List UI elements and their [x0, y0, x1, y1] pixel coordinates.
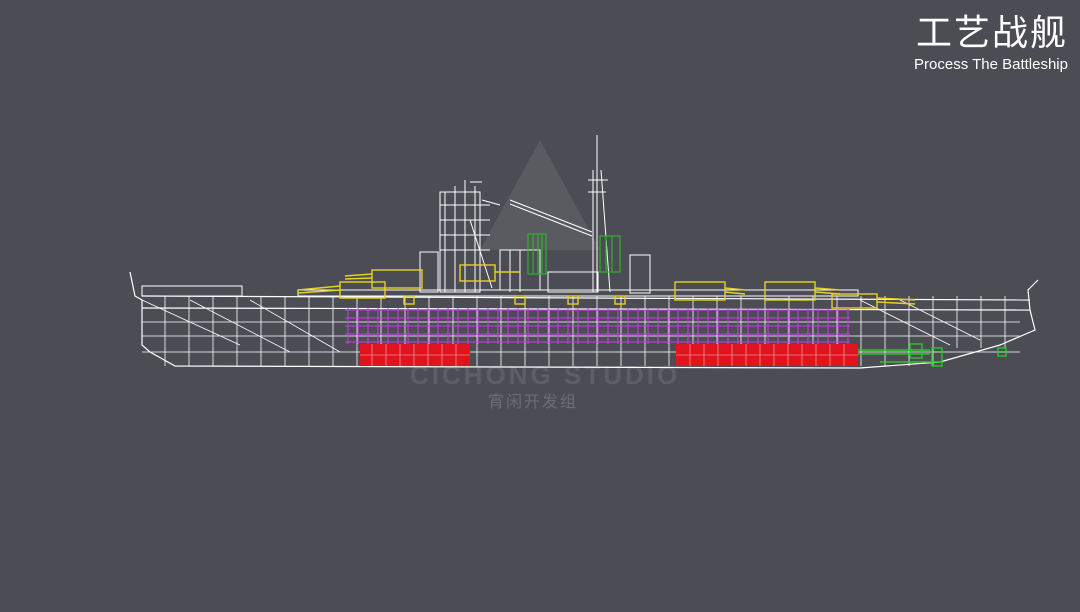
hull-grid: [141, 296, 1020, 366]
turret-B: [344, 269, 423, 289]
internal-compartments: [345, 308, 850, 344]
turret-E: [764, 281, 841, 301]
turret-C: [459, 264, 520, 282]
battleship-diagram: [129, 135, 1039, 369]
rudder-propellers: [858, 343, 1007, 367]
turret-D: [674, 281, 746, 301]
